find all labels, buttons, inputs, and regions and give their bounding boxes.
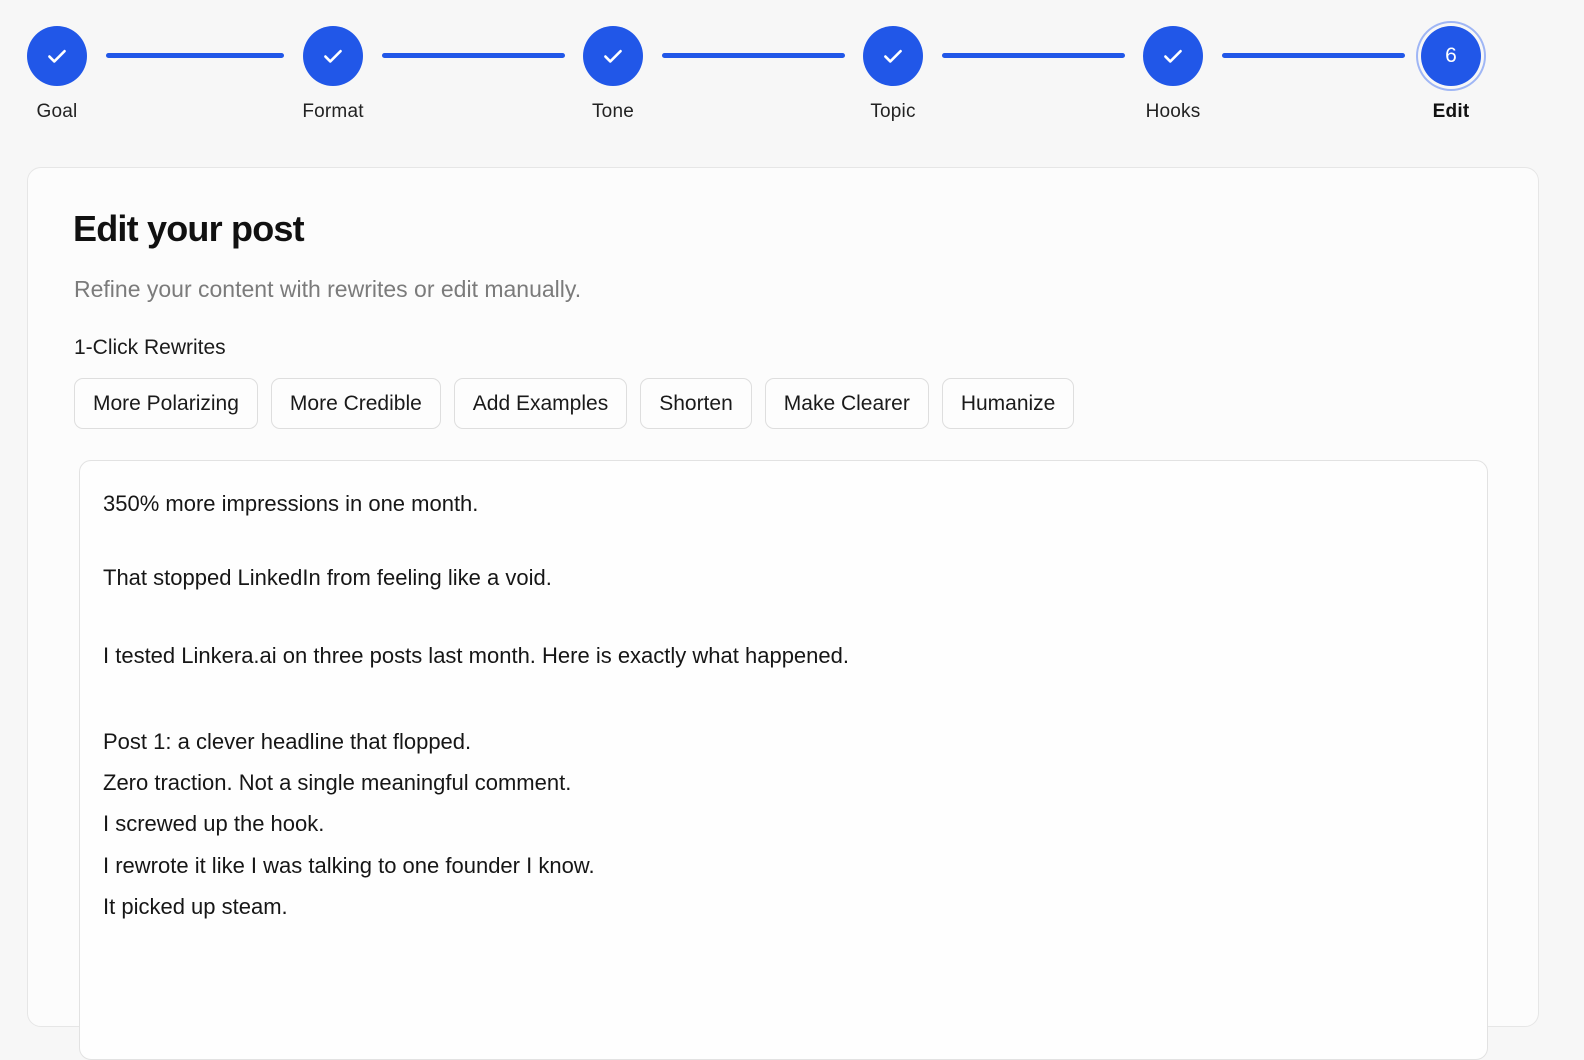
add-examples-button[interactable]: Add Examples bbox=[453, 378, 628, 429]
post-line: Post 1: a clever headline that flopped. bbox=[103, 729, 472, 754]
rewrite-buttons: More Polarizing More Credible Add Exampl… bbox=[74, 378, 1075, 429]
check-icon bbox=[1143, 26, 1203, 86]
step-topic[interactable]: Topic bbox=[823, 26, 963, 123]
post-line: I tested Linkera.ai on three posts last … bbox=[103, 643, 849, 668]
shorten-button[interactable]: Shorten bbox=[640, 378, 752, 429]
step-connector bbox=[662, 53, 845, 58]
step-tone[interactable]: Tone bbox=[543, 26, 683, 123]
progress-stepper: Goal Format Tone Topic Hooks 6 Edit bbox=[0, 0, 1584, 140]
step-goal[interactable]: Goal bbox=[0, 26, 127, 123]
more-polarizing-button[interactable]: More Polarizing bbox=[74, 378, 258, 429]
step-label: Edit bbox=[1432, 101, 1470, 122]
rewrites-label: 1-Click Rewrites bbox=[74, 336, 226, 359]
check-icon bbox=[27, 26, 87, 86]
check-icon bbox=[583, 26, 643, 86]
make-clearer-button[interactable]: Make Clearer bbox=[764, 378, 929, 429]
page-subtitle: Refine your content with rewrites or edi… bbox=[74, 276, 582, 302]
step-format[interactable]: Format bbox=[263, 26, 403, 123]
step-label: Tone bbox=[591, 101, 634, 122]
step-label: Topic bbox=[870, 101, 916, 122]
edit-post-card: Edit your post Refine your content with … bbox=[27, 167, 1539, 1060]
step-connector bbox=[382, 53, 565, 58]
post-line: That stopped LinkedIn from feeling like … bbox=[103, 565, 552, 590]
post-line: I screwed up the hook. bbox=[103, 811, 325, 836]
step-label: Format bbox=[302, 101, 364, 122]
step-label: Hooks bbox=[1145, 101, 1201, 122]
step-edit[interactable]: 6 Edit bbox=[1381, 26, 1521, 123]
check-icon bbox=[303, 26, 363, 86]
step-connector bbox=[1222, 53, 1405, 58]
post-line: It picked up steam. bbox=[103, 894, 288, 919]
post-line: Zero traction. Not a single meaningful c… bbox=[103, 770, 572, 795]
step-hooks[interactable]: Hooks bbox=[1103, 26, 1243, 123]
step-connector bbox=[942, 53, 1125, 58]
page-title: Edit your post bbox=[73, 208, 305, 249]
step-connector bbox=[106, 53, 284, 58]
more-credible-button[interactable]: More Credible bbox=[270, 378, 441, 429]
step-label: Goal bbox=[36, 101, 78, 122]
check-icon bbox=[863, 26, 923, 86]
post-editor[interactable]: 350% more impressions in one month. That… bbox=[79, 460, 1488, 1060]
post-line: I rewrote it like I was talking to one f… bbox=[103, 853, 595, 878]
post-line: 350% more impressions in one month. bbox=[103, 491, 479, 516]
humanize-button[interactable]: Humanize bbox=[941, 378, 1075, 429]
step-number: 6 bbox=[1421, 26, 1481, 86]
